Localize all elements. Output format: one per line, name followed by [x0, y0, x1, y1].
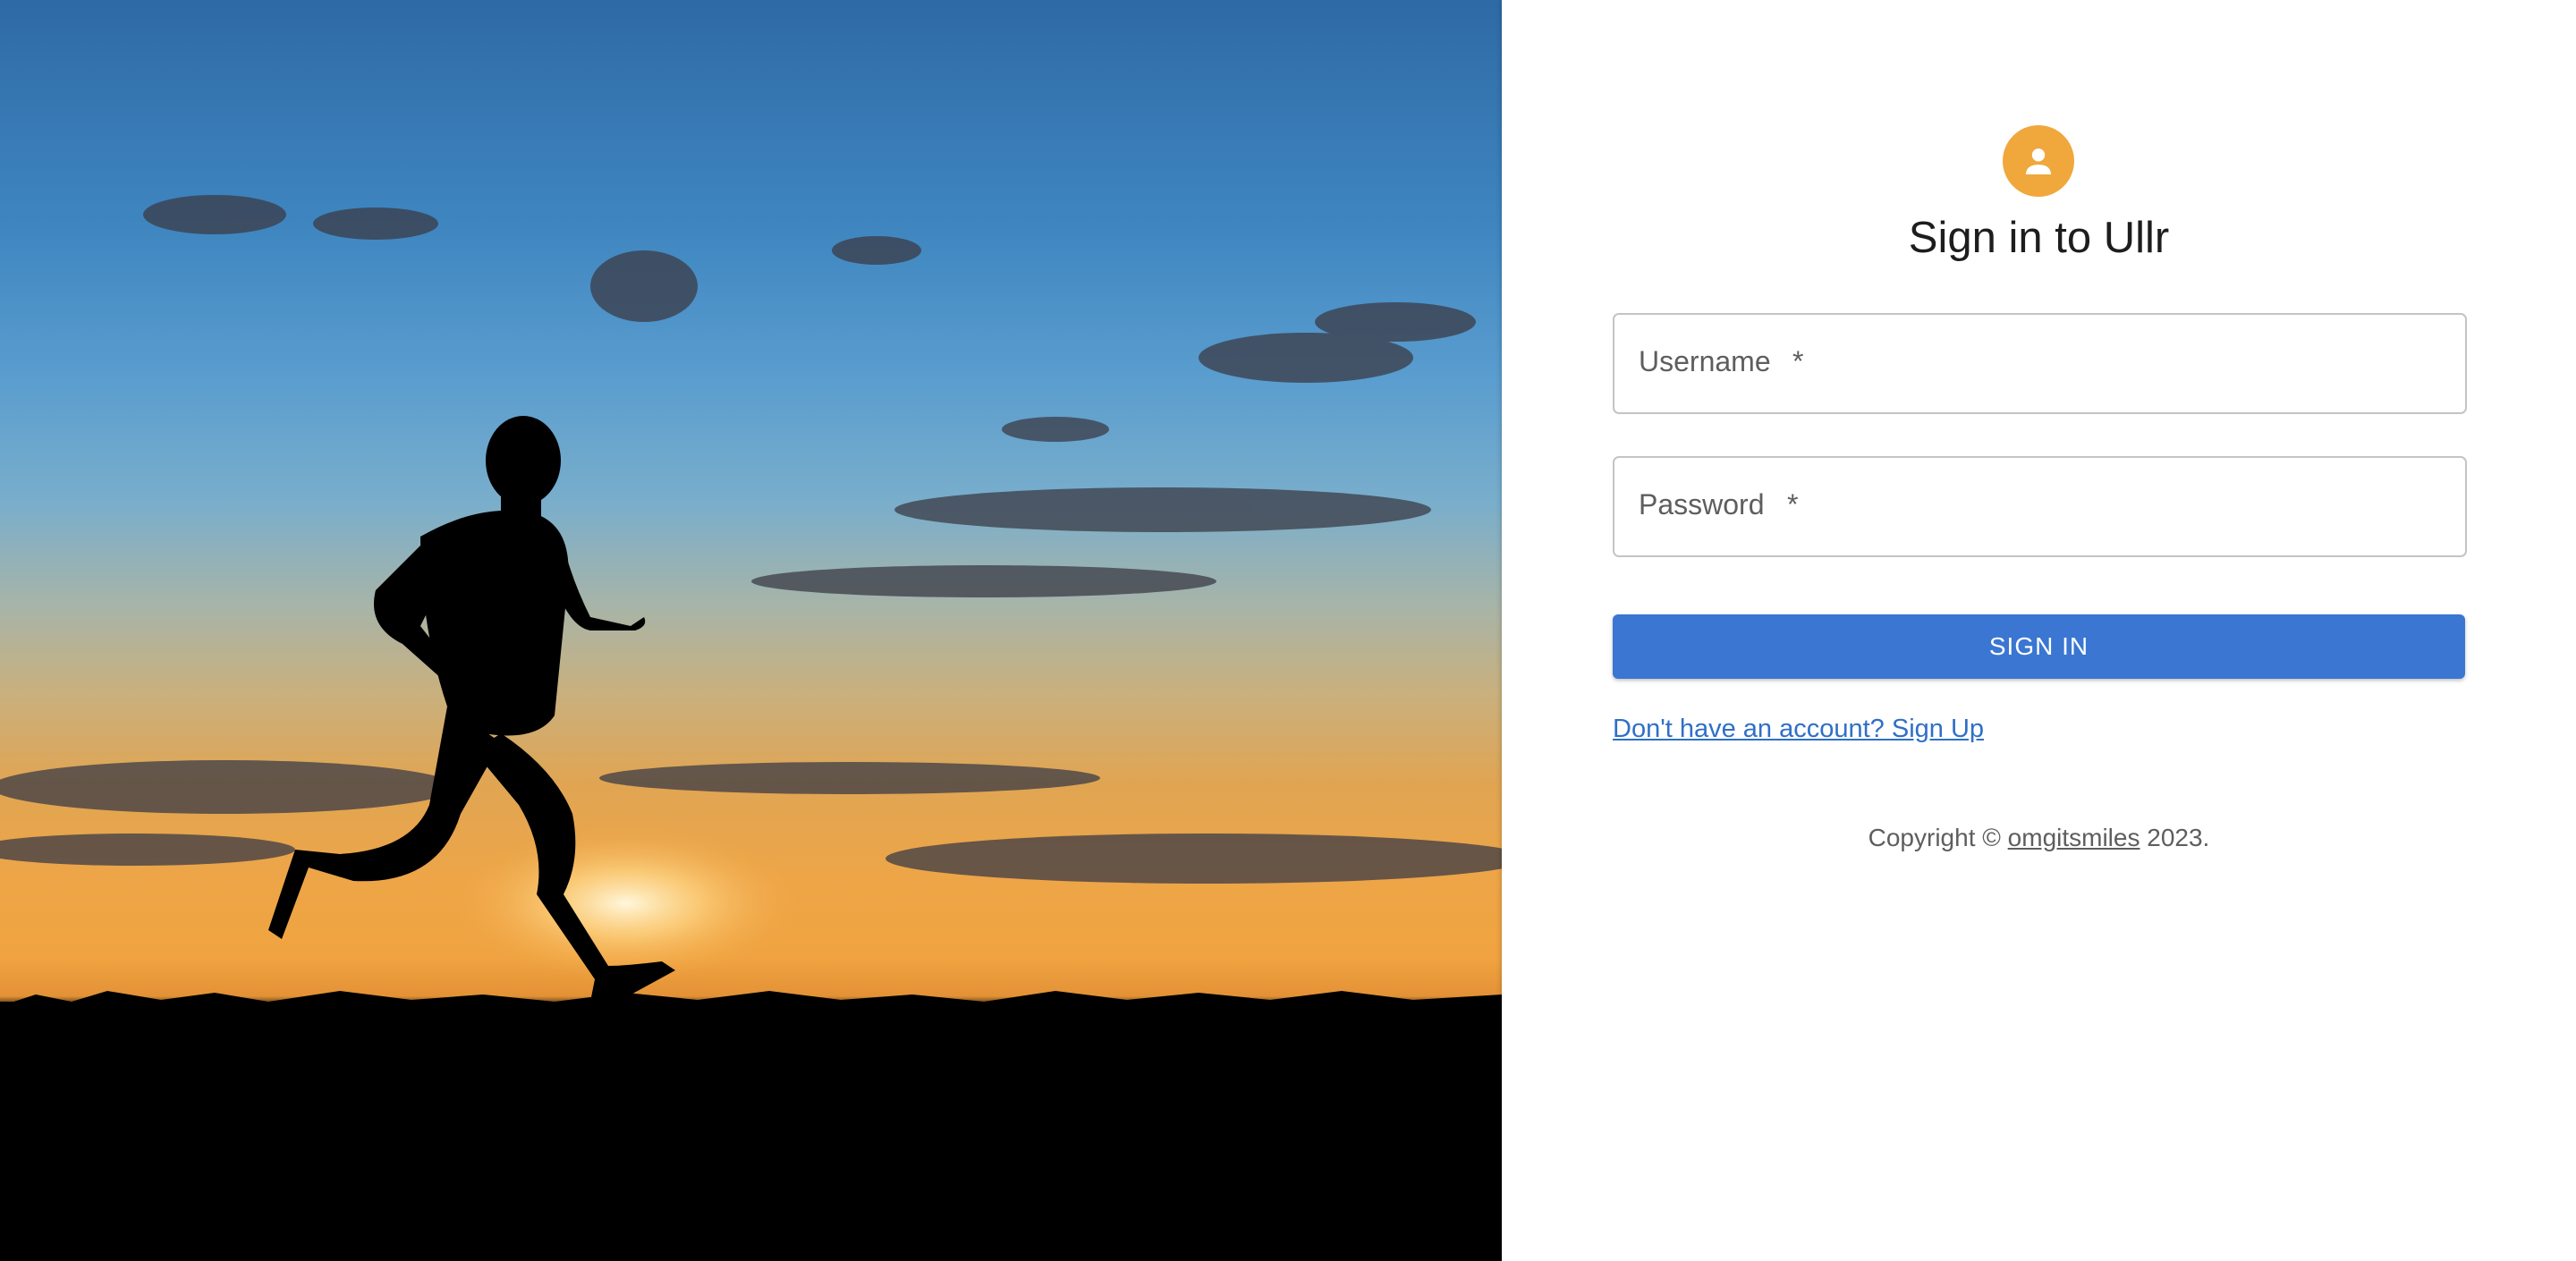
username-label: Username [1639, 345, 1771, 377]
sign-in-button[interactable]: SIGN IN [1613, 614, 2465, 679]
page-title: Sign in to Ullr [1908, 214, 2170, 262]
hero-image [0, 0, 1502, 1261]
username-required-marker: * [1792, 345, 1804, 377]
sign-in-page: Sign in to Ullr Username * Password * SI… [0, 0, 2576, 1261]
copyright-owner-link[interactable]: omgitsmiles [2008, 824, 2140, 851]
runner-sunset-illustration [0, 195, 1502, 1261]
clouds [0, 195, 1502, 884]
sign-in-panel: Sign in to Ullr Username * Password * SI… [1502, 0, 2576, 1261]
password-required-marker: * [1787, 488, 1799, 520]
person-icon [2003, 125, 2074, 197]
copyright-text: Copyright © omgitsmiles 2023. [1613, 824, 2465, 852]
password-label: Password [1639, 488, 1765, 520]
password-field[interactable]: Password * [1613, 456, 2467, 557]
copyright-suffix: 2023. [2140, 824, 2210, 851]
username-field[interactable]: Username * [1613, 313, 2467, 414]
copyright-prefix: Copyright © [1868, 824, 2008, 851]
sign-up-link[interactable]: Don't have an account? Sign Up [1613, 715, 1984, 744]
